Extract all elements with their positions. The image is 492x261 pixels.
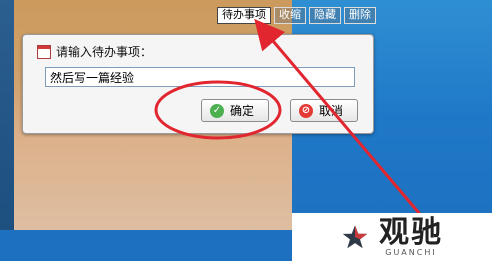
ok-button[interactable]: ✓ 确定 bbox=[201, 99, 269, 122]
calendar-icon bbox=[37, 44, 51, 59]
ok-label: 确定 bbox=[230, 104, 255, 118]
dialog-title: 请输入待办事项： bbox=[56, 45, 153, 59]
todo-input[interactable]: 然后写一篇经验 bbox=[45, 67, 355, 87]
watermark-text: 观驰 GUANCHI bbox=[379, 214, 443, 257]
watermark: 观驰 GUANCHI bbox=[292, 213, 492, 261]
todo-button[interactable]: 待办事项 bbox=[217, 7, 271, 24]
cancel-button[interactable]: ⊘ 取消 bbox=[290, 99, 358, 122]
hide-button[interactable]: 隐藏 bbox=[309, 7, 341, 24]
dialog-title-row: 请输入待办事项： bbox=[37, 43, 152, 60]
cancel-label: 取消 bbox=[319, 104, 344, 118]
watermark-title: 观驰 bbox=[379, 214, 443, 250]
cancel-icon: ⊘ bbox=[299, 103, 313, 118]
check-icon: ✓ bbox=[210, 103, 224, 118]
desktop-left-edge bbox=[0, 0, 14, 230]
watermark-subtitle: GUANCHI bbox=[385, 247, 437, 257]
delete-button[interactable]: 删除 bbox=[344, 7, 376, 24]
star-logo-icon bbox=[342, 225, 368, 249]
collapse-button[interactable]: 收缩 bbox=[274, 7, 306, 24]
todo-input-dialog: 请输入待办事项： 然后写一篇经验 ✓ 确定 ⊘ 取消 bbox=[22, 34, 374, 134]
todo-toolbar: 待办事项 收缩 隐藏 删除 bbox=[217, 7, 376, 24]
